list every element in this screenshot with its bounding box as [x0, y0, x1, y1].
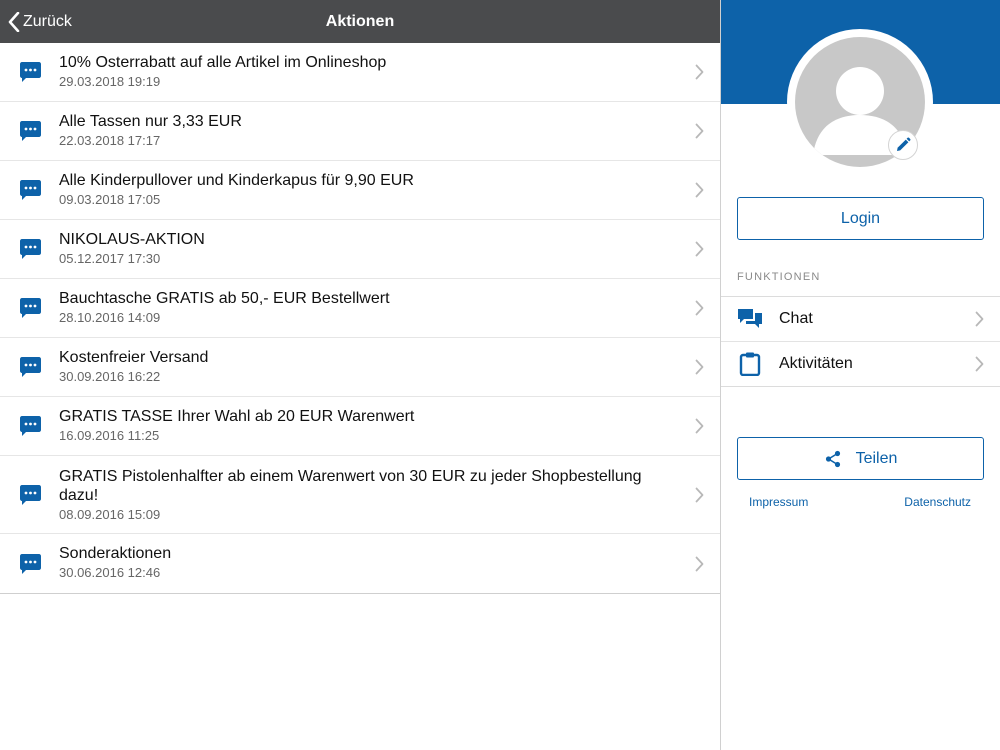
chevron-right-icon — [695, 359, 704, 375]
chevron-right-icon — [695, 556, 704, 571]
message-bubble-icon — [20, 121, 41, 141]
action-date: 08.09.2016 15:09 — [59, 507, 161, 522]
action-list-item[interactable]: Alle Kinderpullover und Kinderkapus für … — [0, 161, 720, 220]
action-title: Kostenfreier Versand — [59, 349, 209, 366]
action-title: Bauchtasche GRATIS ab 50,- EUR Bestellwe… — [59, 290, 390, 307]
action-title: NIKOLAUS-AKTION — [59, 231, 205, 248]
sidebar: Login FUNKTIONEN Chat Aktivitäten Teilen… — [721, 0, 1000, 750]
edit-avatar-button[interactable] — [888, 130, 918, 160]
share-icon — [825, 450, 840, 467]
chat-bubbles-icon — [738, 309, 762, 328]
datenschutz-link[interactable]: Datenschutz — [904, 495, 971, 509]
impressum-link[interactable]: Impressum — [749, 495, 808, 509]
chevron-right-icon — [695, 241, 704, 257]
chevron-right-icon — [695, 487, 704, 502]
page-title: Aktionen — [325, 13, 395, 30]
action-date: 29.03.2018 19:19 — [59, 74, 161, 89]
action-text: Kostenfreier Versand 30.09.2016 16:22 — [59, 348, 670, 385]
action-text: GRATIS TASSE Ihrer Wahl ab 20 EUR Warenw… — [59, 407, 670, 444]
back-label: Zurück — [23, 12, 72, 30]
message-bubble-icon — [20, 298, 41, 318]
action-date: 22.03.2018 17:17 — [59, 133, 161, 148]
action-date: 05.12.2017 17:30 — [59, 251, 161, 266]
action-list-item[interactable]: Kostenfreier Versand 30.09.2016 16:22 — [0, 338, 720, 397]
action-text: NIKOLAUS-AKTION 05.12.2017 17:30 — [59, 230, 670, 267]
action-date: 30.09.2016 16:22 — [59, 369, 161, 384]
action-text: Bauchtasche GRATIS ab 50,- EUR Bestellwe… — [59, 289, 670, 326]
message-bubble-icon — [20, 553, 41, 574]
action-title: Sonderaktionen — [59, 545, 172, 562]
action-date: 30.06.2016 12:46 — [59, 565, 161, 580]
chevron-right-icon — [975, 356, 984, 372]
message-bubble-icon — [20, 357, 41, 377]
section-label-funktionen: FUNKTIONEN — [737, 271, 821, 283]
actions-list: 10% Osterrabatt auf alle Artikel im Onli… — [0, 43, 720, 594]
action-title: 10% Osterrabatt auf alle Artikel im Onli… — [59, 54, 387, 71]
action-list-item[interactable]: GRATIS TASSE Ihrer Wahl ab 20 EUR Warenw… — [0, 397, 720, 456]
action-list-item[interactable]: Sonderaktionen 30.06.2016 12:46 — [0, 534, 720, 593]
action-title: Alle Tassen nur 3,33 EUR — [59, 113, 242, 130]
action-list-item[interactable]: 10% Osterrabatt auf alle Artikel im Onli… — [0, 43, 720, 102]
function-item-aktivitaeten[interactable]: Aktivitäten — [721, 341, 1000, 386]
clipboard-icon — [739, 352, 761, 376]
action-title: GRATIS Pistolenhalfter ab einem Warenwer… — [59, 468, 642, 504]
action-title: GRATIS TASSE Ihrer Wahl ab 20 EUR Warenw… — [59, 408, 415, 425]
share-label: Teilen — [855, 449, 898, 467]
action-list-item[interactable]: NIKOLAUS-AKTION 05.12.2017 17:30 — [0, 220, 720, 279]
message-bubble-icon — [20, 239, 41, 259]
action-list-item[interactable]: Bauchtasche GRATIS ab 50,- EUR Bestellwe… — [0, 279, 720, 338]
action-list-item[interactable]: Alle Tassen nur 3,33 EUR 22.03.2018 17:17 — [0, 102, 720, 161]
action-date: 09.03.2018 17:05 — [59, 192, 161, 207]
action-title: Alle Kinderpullover und Kinderkapus für … — [59, 172, 414, 189]
action-list-item[interactable]: GRATIS Pistolenhalfter ab einem Warenwer… — [0, 456, 720, 534]
action-date: 16.09.2016 11:25 — [59, 428, 160, 443]
chevron-right-icon — [695, 123, 704, 139]
message-bubble-icon — [20, 180, 41, 200]
function-label-chat: Chat — [779, 310, 813, 327]
action-text: 10% Osterrabatt auf alle Artikel im Onli… — [59, 53, 670, 90]
share-button[interactable]: Teilen — [737, 437, 984, 480]
message-bubble-icon — [20, 416, 41, 436]
action-text: Alle Kinderpullover und Kinderkapus für … — [59, 171, 670, 208]
function-item-chat[interactable]: Chat — [721, 297, 1000, 341]
message-bubble-icon — [20, 62, 41, 82]
functions-list: Chat Aktivitäten — [721, 296, 1000, 387]
chevron-left-icon — [8, 11, 20, 32]
login-button[interactable]: Login — [737, 197, 984, 240]
actions-pane: Zurück Aktionen 10% Osterrabatt auf alle… — [0, 0, 720, 750]
back-button[interactable]: Zurück — [8, 0, 72, 43]
function-label-aktivitaeten: Aktivitäten — [779, 355, 853, 372]
chevron-right-icon — [695, 418, 704, 434]
action-text: Alle Tassen nur 3,33 EUR 22.03.2018 17:17 — [59, 112, 670, 149]
chevron-right-icon — [695, 182, 704, 198]
navigation-bar: Zurück Aktionen — [0, 0, 720, 43]
chevron-right-icon — [695, 300, 704, 316]
pencil-icon — [897, 137, 911, 151]
action-date: 28.10.2016 14:09 — [59, 310, 161, 325]
chevron-right-icon — [975, 311, 984, 327]
message-bubble-icon — [20, 484, 41, 505]
chevron-right-icon — [695, 64, 704, 80]
action-text: GRATIS Pistolenhalfter ab einem Warenwer… — [59, 467, 670, 523]
action-text: Sonderaktionen 30.06.2016 12:46 — [59, 544, 670, 581]
